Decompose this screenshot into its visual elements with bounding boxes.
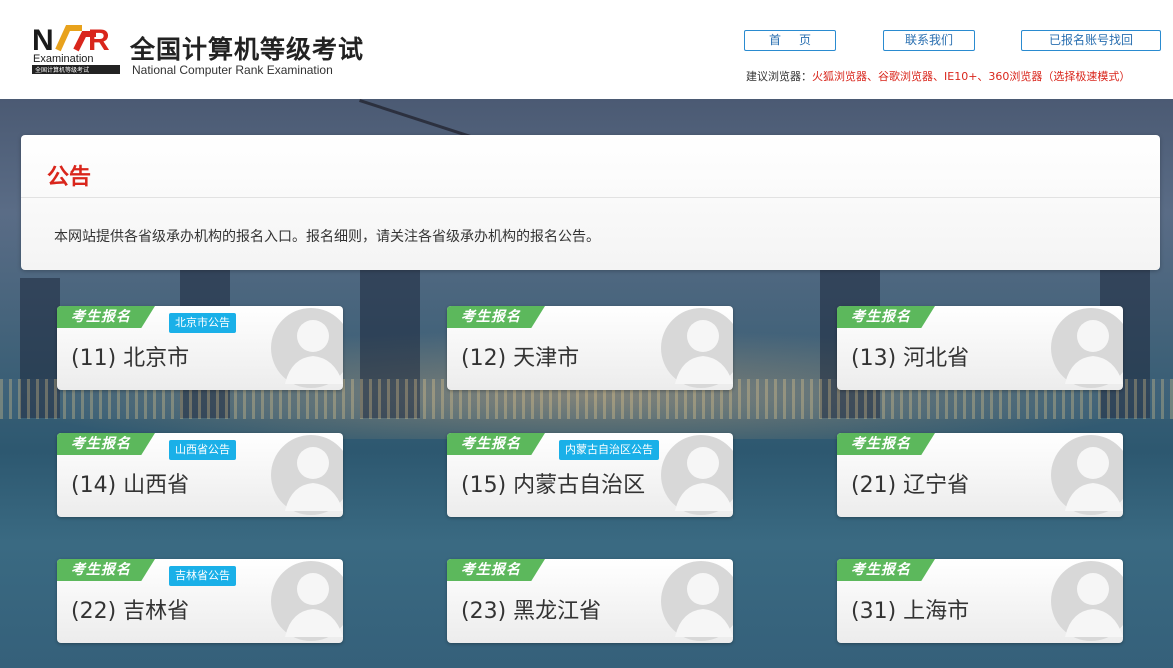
divider	[21, 197, 1160, 198]
user-avatar-icon	[661, 435, 733, 515]
announcement-title: 公告	[47, 165, 92, 190]
announcement-panel: 公告 本网站提供各省级承办机构的报名入口。报名细则，请关注各省级承办机构的报名公…	[21, 135, 1160, 270]
browser-recommendation: 建议浏览器：火狐浏览器、谷歌浏览器、IE10+、360浏览器（选择极速模式）	[746, 68, 1130, 84]
browser-tip-list: 火狐浏览器、谷歌浏览器、IE10+、360浏览器（选择极速模式）	[812, 70, 1131, 83]
province-notice-link[interactable]: 北京市公告	[169, 313, 236, 333]
registration-tag: 考生报名	[57, 559, 155, 581]
logo-examination-text: Examination	[33, 53, 94, 65]
user-avatar-icon	[271, 435, 343, 515]
home-button[interactable]: 首页	[744, 30, 836, 51]
site-header: N R Examination 全国计算机等级考试 全国计算机等级考试 Nati…	[0, 0, 1173, 99]
account-recovery-button[interactable]: 已报名账号找回	[1021, 30, 1161, 51]
registration-tag: 考生报名	[447, 306, 545, 328]
registration-tag: 考生报名	[837, 433, 935, 455]
province-card[interactable]: 考生报名 (12) 天津市	[447, 306, 733, 390]
province-notice-link[interactable]: 吉林省公告	[169, 566, 236, 586]
user-avatar-icon	[661, 561, 733, 641]
registration-tag: 考生报名	[447, 559, 545, 581]
province-card[interactable]: 考生报名 (23) 黑龙江省	[447, 559, 733, 643]
registration-tag: 考生报名	[57, 433, 155, 455]
province-name: (31) 上海市	[851, 599, 970, 624]
province-name: (14) 山西省	[71, 473, 190, 498]
registration-tag: 考生报名	[837, 306, 935, 328]
province-name: (21) 辽宁省	[851, 473, 970, 498]
province-card[interactable]: 考生报名 内蒙古自治区公告 (15) 内蒙古自治区	[447, 433, 733, 517]
province-card[interactable]: 考生报名 (13) 河北省	[837, 306, 1123, 390]
ncr-logo-icon[interactable]: N R Examination 全国计算机等级考试	[32, 24, 120, 76]
registration-tag: 考生报名	[57, 306, 155, 328]
user-avatar-icon	[271, 308, 343, 388]
registration-tag: 考生报名	[837, 559, 935, 581]
logo-small-text: 全国计算机等级考试	[35, 66, 89, 74]
province-card[interactable]: 考生报名 (31) 上海市	[837, 559, 1123, 643]
user-avatar-icon	[1051, 561, 1123, 641]
province-card[interactable]: 考生报名 北京市公告 (11) 北京市	[57, 306, 343, 390]
announcement-text: 本网站提供各省级承办机构的报名入口。报名细则，请关注各省级承办机构的报名公告。	[54, 229, 600, 245]
user-avatar-icon	[1051, 435, 1123, 515]
province-name: (12) 天津市	[461, 346, 580, 371]
province-name: (11) 北京市	[71, 346, 190, 371]
province-card[interactable]: 考生报名 山西省公告 (14) 山西省	[57, 433, 343, 517]
province-card[interactable]: 考生报名 吉林省公告 (22) 吉林省	[57, 559, 343, 643]
province-name: (22) 吉林省	[71, 599, 190, 624]
province-notice-link[interactable]: 山西省公告	[169, 440, 236, 460]
province-name: (23) 黑龙江省	[461, 599, 602, 624]
province-card[interactable]: 考生报名 (21) 辽宁省	[837, 433, 1123, 517]
province-name: (13) 河北省	[851, 346, 970, 371]
browser-tip-label: 建议浏览器：	[746, 70, 812, 83]
province-notice-link[interactable]: 内蒙古自治区公告	[559, 440, 659, 460]
user-avatar-icon	[271, 561, 343, 641]
user-avatar-icon	[661, 308, 733, 388]
user-avatar-icon	[1051, 308, 1123, 388]
contact-us-button[interactable]: 联系我们	[883, 30, 975, 51]
registration-tag: 考生报名	[447, 433, 545, 455]
site-title: 全国计算机等级考试	[130, 35, 365, 64]
site-subtitle: National Computer Rank Examination	[132, 63, 333, 77]
province-name: (15) 内蒙古自治区	[461, 473, 646, 498]
